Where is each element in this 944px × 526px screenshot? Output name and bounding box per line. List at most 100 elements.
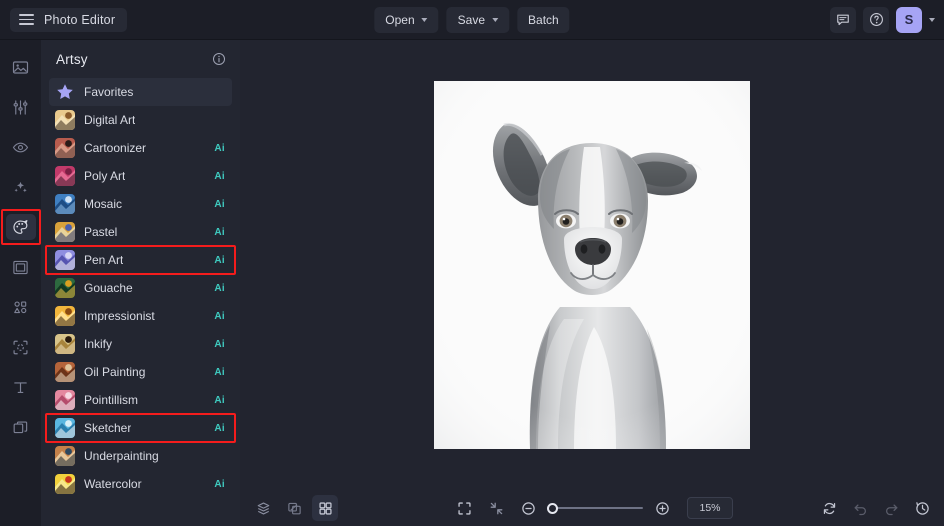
rail-item-text[interactable] bbox=[6, 374, 36, 400]
top-bar: Photo Editor Open Save Batch S bbox=[0, 0, 944, 40]
text-icon bbox=[14, 381, 27, 393]
rail-item-overlays[interactable] bbox=[6, 294, 36, 320]
open-button[interactable]: Open bbox=[374, 6, 439, 33]
photo-canvas[interactable] bbox=[434, 81, 750, 449]
canvas-stage[interactable] bbox=[240, 40, 944, 490]
rail-item-artsy[interactable] bbox=[0, 209, 41, 245]
help-button[interactable] bbox=[863, 6, 889, 33]
zoom-out-button[interactable] bbox=[515, 495, 541, 521]
effect-row-inkify[interactable]: Inkify Ai bbox=[49, 330, 232, 358]
effect-row-pen-art[interactable]: Pen Art Ai bbox=[45, 245, 236, 275]
effect-row-mosaic[interactable]: Mosaic Ai bbox=[49, 190, 232, 218]
effect-label: Mosaic bbox=[84, 197, 123, 211]
app-title: Photo Editor bbox=[44, 12, 116, 27]
app-menu-button[interactable]: Photo Editor bbox=[10, 7, 128, 32]
app-body: Artsy Favorites Digital Art Cartoonizer Ai P… bbox=[0, 40, 944, 526]
question-circle-icon bbox=[869, 13, 883, 26]
actual-size-button[interactable] bbox=[483, 495, 509, 521]
rail-item-retouch[interactable] bbox=[6, 134, 36, 160]
effects-list[interactable]: Favorites Digital Art Cartoonizer Ai Poly Ar… bbox=[41, 78, 240, 526]
ai-badge: Ai bbox=[214, 310, 225, 322]
hamburger-icon bbox=[19, 14, 34, 25]
effect-row-sketcher[interactable]: Sketcher Ai bbox=[45, 413, 236, 443]
account-menu-button[interactable] bbox=[929, 17, 935, 22]
effect-thumbnail bbox=[55, 194, 75, 214]
effect-row-cartoonizer[interactable]: Cartoonizer Ai bbox=[49, 134, 232, 162]
effect-row-poly-art[interactable]: Poly Art Ai bbox=[49, 162, 232, 190]
redo-button[interactable] bbox=[878, 495, 904, 521]
ai-badge: Ai bbox=[214, 282, 225, 294]
info-circle-icon[interactable] bbox=[212, 52, 226, 66]
zoom-out-icon bbox=[521, 501, 535, 515]
avatar[interactable]: S bbox=[896, 6, 922, 33]
zoom-slider[interactable] bbox=[547, 502, 643, 514]
compare-button[interactable] bbox=[281, 495, 307, 521]
effect-label: Impressionist bbox=[84, 309, 155, 323]
effect-row-pastel[interactable]: Pastel Ai bbox=[49, 218, 232, 246]
effect-row-oil-painting[interactable]: Oil Painting Ai bbox=[49, 358, 232, 386]
feedback-button[interactable] bbox=[830, 6, 856, 33]
artsy-panel: Artsy Favorites Digital Art Cartoonizer Ai P… bbox=[41, 40, 240, 526]
reset-button[interactable] bbox=[816, 495, 842, 521]
ai-badge: Ai bbox=[214, 142, 225, 154]
zoom-in-button[interactable] bbox=[649, 495, 675, 521]
chevron-down-icon bbox=[421, 18, 428, 22]
zoom-level-value[interactable]: 15% bbox=[687, 497, 733, 519]
effect-thumbnail bbox=[55, 278, 75, 298]
effect-row-gouache[interactable]: Gouache Ai bbox=[49, 274, 232, 302]
effect-label: Cartoonizer bbox=[84, 141, 147, 155]
rail-item-frames[interactable] bbox=[6, 254, 36, 280]
batch-button[interactable]: Batch bbox=[517, 6, 570, 33]
zoom-knob[interactable] bbox=[547, 502, 558, 514]
grid-button[interactable] bbox=[312, 495, 338, 521]
batch-label: Batch bbox=[528, 12, 559, 27]
effect-row-watercolor[interactable]: Watercolor Ai bbox=[49, 470, 232, 498]
chevron-down-icon bbox=[492, 18, 499, 22]
effect-label: Digital Art bbox=[84, 113, 136, 127]
layers-button[interactable] bbox=[250, 495, 276, 521]
chat-icon bbox=[837, 14, 849, 25]
effect-label: Sketcher bbox=[84, 421, 132, 435]
effect-row-pointillism[interactable]: Pointillism Ai bbox=[49, 386, 232, 414]
palette-icon bbox=[13, 219, 28, 234]
canvas-area: 15% bbox=[240, 40, 944, 526]
layers-icon bbox=[257, 502, 269, 514]
account-tools: S bbox=[830, 6, 935, 33]
collapse-icon bbox=[490, 502, 502, 514]
compare-icon bbox=[287, 502, 301, 514]
history-tools bbox=[816, 495, 935, 521]
rail-item-image[interactable] bbox=[6, 54, 36, 80]
effect-row-favorites[interactable]: Favorites bbox=[49, 78, 232, 106]
effect-thumbnail bbox=[55, 138, 75, 158]
effect-label: Pastel bbox=[84, 225, 118, 239]
rail-item-cutout[interactable] bbox=[6, 334, 36, 360]
effect-thumbnail bbox=[55, 474, 75, 494]
tool-rail bbox=[0, 40, 41, 526]
frame-icon bbox=[13, 260, 28, 274]
history-button[interactable] bbox=[909, 495, 935, 521]
cutout-icon bbox=[13, 340, 28, 354]
effect-label: Pointillism bbox=[84, 393, 139, 407]
panel-title: Artsy bbox=[56, 51, 88, 67]
save-button[interactable]: Save bbox=[446, 6, 510, 33]
effect-row-underpainting[interactable]: Underpainting bbox=[49, 442, 232, 470]
undo-icon bbox=[854, 503, 866, 515]
fit-screen-icon bbox=[457, 501, 471, 515]
reset-icon bbox=[823, 502, 835, 514]
effect-thumbnail bbox=[55, 222, 75, 242]
effect-thumbnail bbox=[55, 418, 75, 438]
ai-badge: Ai bbox=[214, 338, 225, 350]
effect-row-digital-art[interactable]: Digital Art bbox=[49, 106, 232, 134]
ai-badge: Ai bbox=[214, 198, 225, 210]
rail-item-layers[interactable] bbox=[6, 414, 36, 440]
effect-label: Pen Art bbox=[84, 253, 124, 267]
rail-item-effects[interactable] bbox=[6, 174, 36, 200]
undo-button[interactable] bbox=[847, 495, 873, 521]
rail-item-adjust[interactable] bbox=[6, 94, 36, 120]
effect-row-impressionist[interactable]: Impressionist Ai bbox=[49, 302, 232, 330]
save-label: Save bbox=[457, 12, 486, 27]
photo-editor-app: Photo Editor Open Save Batch S Artsy Fav… bbox=[0, 0, 944, 526]
fit-screen-button[interactable] bbox=[451, 495, 477, 521]
effect-label: Watercolor bbox=[84, 477, 142, 491]
effect-thumbnail bbox=[55, 390, 75, 410]
